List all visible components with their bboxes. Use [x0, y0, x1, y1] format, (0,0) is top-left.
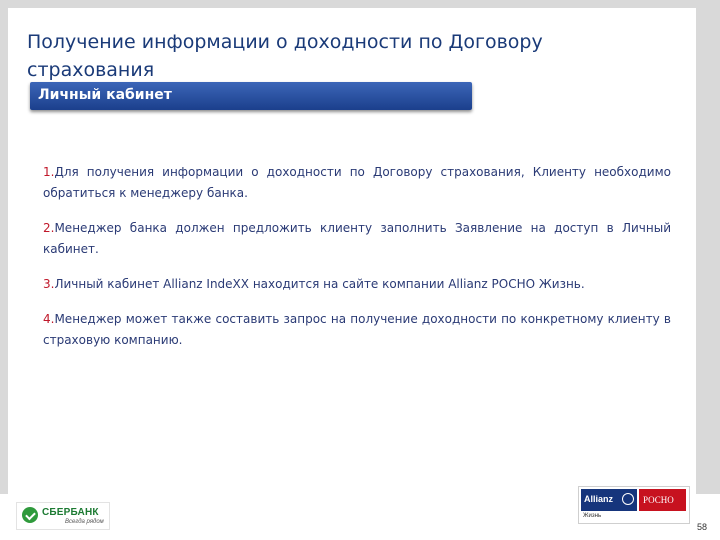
steps-list: 1.Для получения информации о доходности …	[43, 162, 671, 365]
allianz-rosno-logo: Allianz РОСНО Жизнь	[578, 486, 690, 524]
section-bar: Личный кабинет	[30, 82, 472, 110]
step-text: Для получения информации о доходности по…	[43, 165, 671, 200]
zhizn-label: Жизнь	[583, 513, 602, 519]
sberbank-logo: СБЕРБАНК Всегда рядом	[16, 502, 110, 530]
list-item: 2.Менеджер банка должен предложить клиен…	[43, 218, 671, 260]
list-item: 4.Менеджер может также составить запрос …	[43, 309, 671, 351]
rosno-name: РОСНО	[643, 495, 674, 505]
rosno-logo: РОСНО	[639, 489, 686, 511]
step-number: 1.	[43, 165, 55, 179]
sberbank-logo-icon	[22, 507, 38, 523]
step-number: 3.	[43, 277, 55, 291]
step-text: Личный кабинет Allianz IndeXX находится …	[54, 277, 585, 291]
allianz-eagle-icon	[622, 493, 634, 505]
list-item: 3.Личный кабинет Allianz IndeXX находитс…	[43, 274, 671, 295]
step-number: 2.	[43, 221, 55, 235]
sberbank-name: СБЕРБАНК	[42, 507, 99, 518]
allianz-name: Allianz	[584, 494, 614, 504]
list-item: 1.Для получения информации о доходности …	[43, 162, 671, 204]
step-text: Менеджер может также составить запрос на…	[43, 312, 671, 347]
page-number: 58	[697, 522, 708, 532]
step-text: Менеджер банка должен предложить клиенту…	[43, 221, 671, 256]
page-title: Получение информации о доходности по Дог…	[27, 31, 543, 81]
section-label: Личный кабинет	[38, 87, 172, 103]
allianz-logo: Allianz	[581, 489, 637, 511]
step-number: 4.	[43, 312, 55, 326]
sberbank-slogan: Всегда рядом	[65, 519, 104, 525]
